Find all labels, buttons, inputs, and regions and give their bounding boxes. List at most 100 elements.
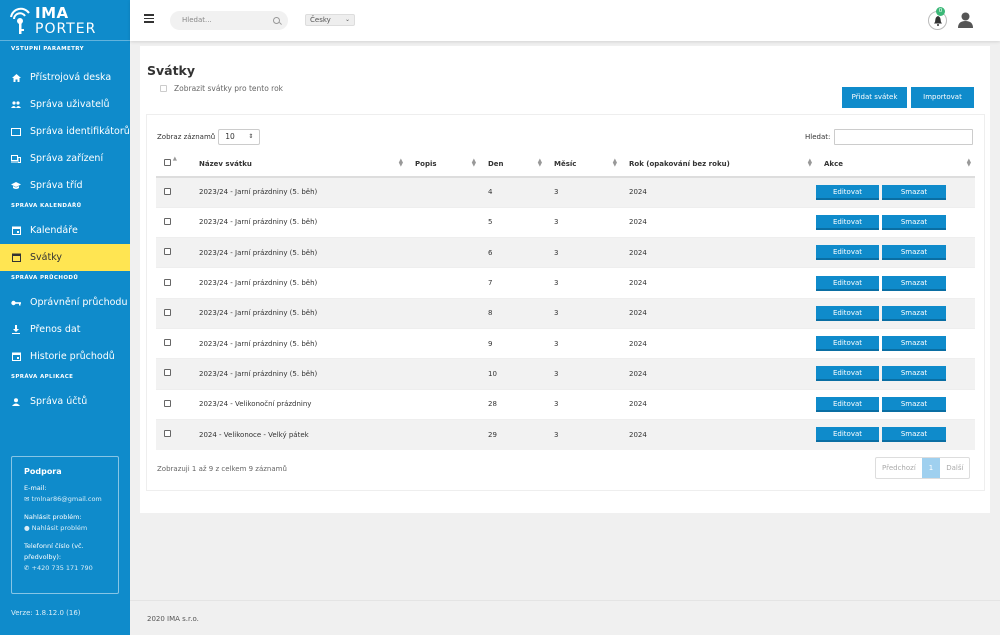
report-label: Nahlásit problém:: [24, 513, 82, 521]
cell-name: 2023/24 - Jarní prázdniny (5. běh): [183, 297, 407, 329]
sidebar-item-data-transfer[interactable]: Přenos dat: [0, 316, 130, 343]
edit-button[interactable]: Editovat: [816, 184, 879, 200]
cell-name: 2023/24 - Jarní prázdniny (5. běh): [183, 267, 407, 299]
column-month[interactable]: Měsíc ▲ ▼: [546, 151, 621, 178]
sidebar-item-label: Historie průchodů: [30, 351, 115, 362]
edit-button[interactable]: Editovat: [816, 305, 879, 321]
row-checkbox[interactable]: [164, 217, 171, 225]
sidebar-item-holidays[interactable]: Svátky: [0, 244, 130, 271]
row-select: [156, 267, 183, 299]
cell-desc: [407, 297, 480, 329]
holidays-card: Svátky Zobrazit svátky pro tento rok Při…: [140, 46, 990, 513]
page-length: Zobraz záznamů 10 ⇕: [157, 129, 261, 145]
delete-button[interactable]: Smazat: [882, 245, 946, 261]
table-row: 2023/24 - Jarní prázdniny (5. běh) 9 3 2024…: [156, 327, 975, 359]
delete-button[interactable]: Smazat: [882, 336, 946, 352]
row-checkbox[interactable]: [164, 430, 171, 438]
cell-year: 2024: [621, 327, 816, 359]
column-day[interactable]: Den ▲ ▼: [480, 151, 546, 178]
sidebar-item-users[interactable]: Správa uživatelů: [0, 91, 130, 118]
search-input[interactable]: Hledat...: [170, 11, 288, 30]
column-name[interactable]: Název svátku ▲ ▼: [183, 151, 407, 178]
table-info: Zobrazuji 1 až 9 z celkem 9 záznamů: [157, 465, 287, 473]
edit-button[interactable]: Editovat: [816, 427, 879, 443]
delete-button[interactable]: Smazat: [882, 396, 946, 412]
delete-button[interactable]: Smazat: [882, 366, 946, 382]
cell-year: 2024: [621, 388, 816, 420]
sidebar-item-accounts[interactable]: Správa účtů: [0, 388, 130, 415]
cell-desc: [407, 388, 480, 420]
column-label: Název svátku: [199, 159, 252, 168]
email-link[interactable]: ✉ tmlnar86@gmail.com: [24, 494, 106, 505]
column-desc[interactable]: Popis ▲ ▼: [407, 151, 480, 178]
prev-page-button[interactable]: Předchozí: [876, 458, 922, 478]
delete-button[interactable]: Smazat: [882, 275, 946, 291]
sidebar-item-access-rights[interactable]: Oprávnění průchodu: [0, 289, 130, 316]
phone-link[interactable]: ✆ +420 735 171 790: [24, 563, 106, 574]
row-select: [156, 297, 183, 329]
notification-badge: 0: [936, 7, 945, 16]
sidebar-item-calendars[interactable]: Kalendáře: [0, 217, 130, 244]
checkbox[interactable]: [160, 85, 167, 92]
language-select[interactable]: Česky ⌄: [305, 14, 355, 26]
home-icon: [11, 73, 21, 82]
column-actions[interactable]: Akce ▲ ▼: [816, 151, 975, 178]
cell-day: 6: [480, 237, 546, 268]
sidebar-item-label: Svátky: [30, 252, 62, 263]
cell-day: 7: [480, 267, 546, 299]
key-icon: [11, 300, 21, 306]
sort-updown-icon: ⇕: [248, 133, 254, 140]
user-menu-icon[interactable]: [958, 12, 973, 30]
report-link[interactable]: ● Nahlásit problém: [24, 523, 106, 534]
edit-button[interactable]: Editovat: [816, 214, 879, 230]
sidebar-item-identifiers[interactable]: Správa identifikátorů: [0, 118, 130, 145]
sort-icon: ▲ ▼: [612, 158, 617, 168]
delete-button[interactable]: Smazat: [882, 184, 946, 200]
row-checkbox[interactable]: [164, 187, 171, 195]
section-title-input-params: VSTUPNÍ PARAMETRY: [11, 46, 85, 52]
show-this-year-toggle[interactable]: Zobrazit svátky pro tento rok: [160, 84, 283, 93]
table-row: 2023/24 - Jarní prázdniny (5. běh) 7 3 2024…: [156, 267, 975, 299]
cell-actions: Editovat Smazat: [816, 297, 975, 329]
row-checkbox[interactable]: [164, 308, 171, 316]
add-holiday-button[interactable]: Přidat svátek: [842, 87, 907, 108]
row-select: [156, 327, 183, 359]
page-1-button[interactable]: 1: [921, 458, 941, 478]
pagination: Předchozí 1 Další: [875, 457, 971, 479]
column-select[interactable]: ▲: [156, 151, 183, 178]
cell-year: 2024: [621, 176, 816, 208]
cell-day: 8: [480, 297, 546, 329]
delete-button[interactable]: Smazat: [882, 305, 946, 321]
copyright: 2020 IMA s.r.o.: [147, 615, 199, 623]
sidebar-item-classes[interactable]: Správa tříd: [0, 172, 130, 199]
sidebar-item-devices[interactable]: Správa zařízení: [0, 145, 130, 172]
logo[interactable]: IMA PORTER: [0, 0, 130, 41]
cell-day: 10: [480, 358, 546, 390]
sidebar-item-passage-history[interactable]: Historie průchodů: [0, 343, 130, 370]
select-all-checkbox[interactable]: [164, 159, 171, 166]
cell-day: 28: [480, 388, 546, 420]
edit-button[interactable]: Editovat: [816, 336, 879, 352]
edit-button[interactable]: Editovat: [816, 275, 879, 291]
filter-input[interactable]: [834, 129, 974, 145]
cell-month: 3: [546, 418, 621, 450]
column-year[interactable]: Rok (opakování bez roku) ▲ ▼: [621, 151, 816, 178]
delete-button[interactable]: Smazat: [882, 427, 946, 443]
column-label: Rok (opakování bez roku): [629, 159, 730, 168]
sidebar-item-dashboard[interactable]: Přístrojová deska: [0, 64, 130, 91]
import-button[interactable]: Importovat: [911, 87, 974, 108]
delete-button[interactable]: Smazat: [882, 214, 946, 230]
edit-button[interactable]: Editovat: [816, 396, 879, 412]
section-title-app: SPRÁVA APLIKACE: [11, 374, 74, 380]
row-checkbox[interactable]: [164, 339, 171, 347]
edit-button[interactable]: Editovat: [816, 245, 879, 261]
edit-button[interactable]: Editovat: [816, 366, 879, 382]
row-checkbox[interactable]: [164, 369, 171, 377]
app-version: Verze: 1.8.12.0 (16): [11, 609, 81, 617]
row-checkbox[interactable]: [164, 399, 171, 407]
row-checkbox[interactable]: [164, 248, 171, 256]
page-length-select[interactable]: 10 ⇕: [218, 129, 261, 145]
row-checkbox[interactable]: [164, 278, 171, 286]
next-page-button[interactable]: Další: [940, 458, 969, 478]
hamburger-menu-icon[interactable]: [144, 14, 154, 23]
